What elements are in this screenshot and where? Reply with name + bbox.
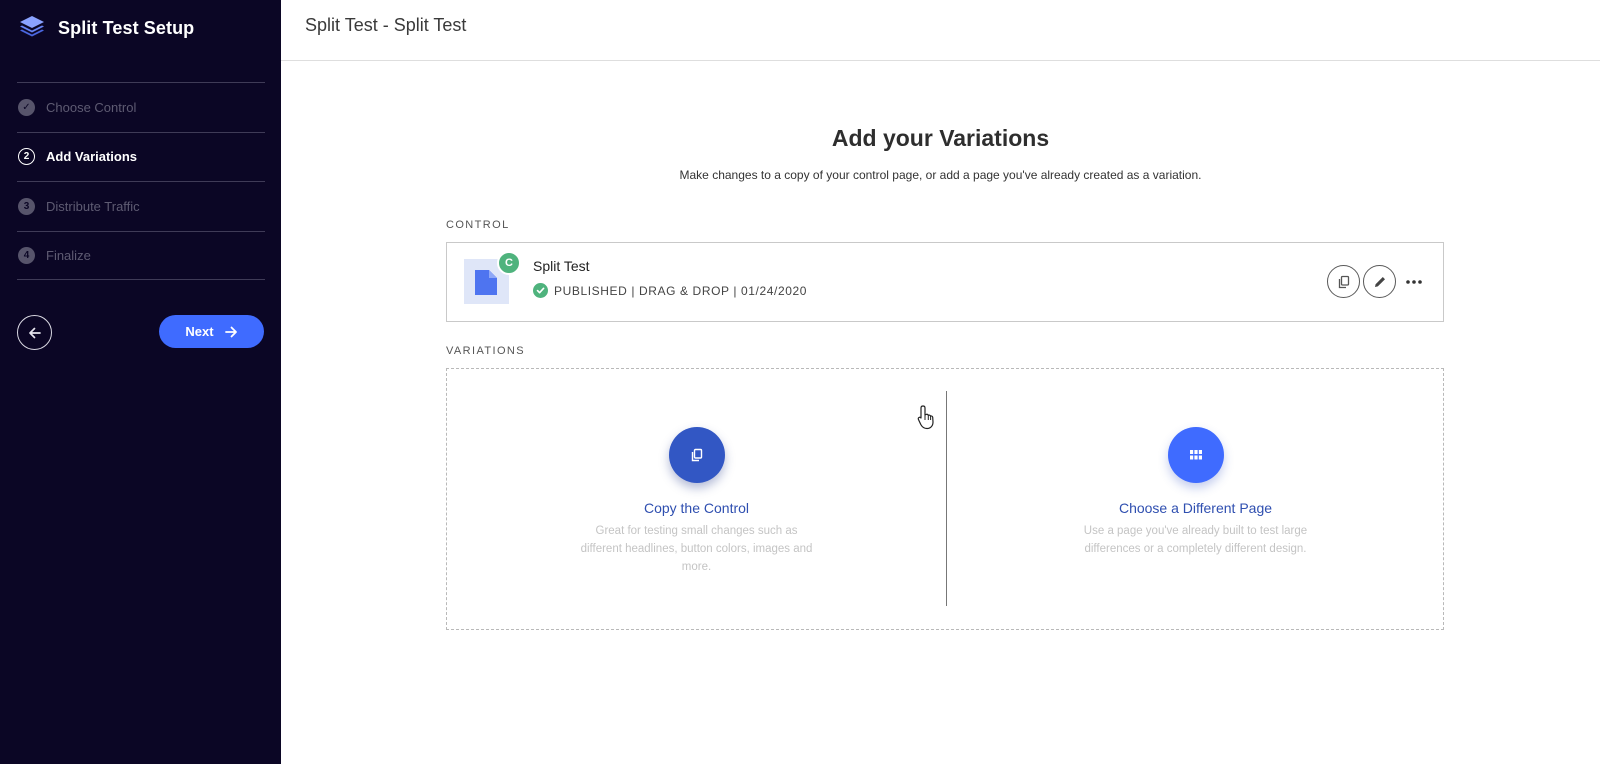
variations-panel: Copy the Control Great for testing small… bbox=[446, 368, 1444, 630]
grid-icon bbox=[1167, 427, 1224, 483]
step-add-variations[interactable]: 2 Add Variations bbox=[17, 131, 265, 182]
option-description: Use a page you've already built to test … bbox=[1083, 525, 1308, 555]
step-label: Choose Control bbox=[46, 99, 137, 115]
more-options-button[interactable] bbox=[1399, 265, 1429, 298]
check-circle-icon: ✓ bbox=[18, 98, 35, 116]
more-horizontal-icon bbox=[1406, 279, 1422, 284]
duplicate-button[interactable] bbox=[1327, 265, 1360, 298]
step-label: Finalize bbox=[46, 247, 91, 263]
next-label: Next bbox=[185, 324, 214, 339]
variations-label: VARIATIONS bbox=[446, 345, 525, 357]
step-choose-control[interactable]: ✓ Choose Control bbox=[17, 82, 265, 132]
top-bar: Split Test - Split Test bbox=[281, 0, 1600, 61]
step-distribute-traffic[interactable]: 3 Distribute Traffic bbox=[17, 181, 265, 231]
next-button[interactable]: Next bbox=[159, 315, 264, 348]
status-text: PUBLISHED | DRAG & DROP | 01/24/2020 bbox=[554, 283, 808, 298]
option-title: Choose a Different Page bbox=[1118, 500, 1273, 516]
copy-icon bbox=[668, 427, 725, 483]
check-circle-icon bbox=[533, 283, 548, 298]
section-subheading: Make changes to a copy of your control p… bbox=[679, 168, 1202, 182]
hand-cursor-icon bbox=[916, 404, 938, 435]
section-heading: Add your Variations bbox=[831, 125, 1050, 151]
control-actions bbox=[1327, 265, 1429, 298]
step-number: 3 bbox=[18, 197, 35, 215]
control-page-name: Split Test bbox=[533, 258, 590, 274]
app-title: Split Test Setup bbox=[58, 18, 195, 38]
control-label: CONTROL bbox=[446, 219, 510, 231]
step-number: 2 bbox=[18, 148, 35, 166]
layers-icon bbox=[18, 14, 46, 43]
arrow-right-icon bbox=[224, 326, 237, 337]
brand: Split Test Setup bbox=[18, 14, 194, 43]
control-page-meta: PUBLISHED | DRAG & DROP | 01/24/2020 bbox=[533, 283, 807, 298]
back-button[interactable] bbox=[17, 315, 52, 350]
control-card[interactable]: C Split Test PUBLISHED | DRAG & DROP | 0… bbox=[446, 242, 1444, 322]
step-label: Add Variations bbox=[46, 149, 138, 165]
choose-page-option[interactable]: Choose a Different Page Use a page you'v… bbox=[946, 369, 1445, 629]
option-description: Great for testing small changes such as … bbox=[580, 525, 813, 573]
copy-control-option[interactable]: Copy the Control Great for testing small… bbox=[447, 369, 946, 629]
sidebar: Split Test Setup ✓ Choose Control 2 Add … bbox=[0, 0, 281, 764]
main-content: Add your Variations Make changes to a co… bbox=[281, 61, 1600, 764]
document-icon bbox=[475, 270, 497, 295]
option-title: Copy the Control bbox=[643, 500, 750, 516]
step-label: Distribute Traffic bbox=[46, 198, 140, 214]
page-title: Split Test - Split Test bbox=[305, 15, 467, 35]
step-number: 4 bbox=[18, 246, 35, 264]
control-badge: C bbox=[497, 251, 521, 275]
pencil-icon bbox=[1374, 276, 1385, 287]
edit-button[interactable] bbox=[1363, 265, 1396, 298]
arrow-left-icon bbox=[28, 327, 41, 338]
step-list: ✓ Choose Control 2 Add Variations 3 Dist… bbox=[17, 82, 265, 280]
step-finalize[interactable]: 4 Finalize bbox=[17, 230, 265, 280]
copy-icon bbox=[1338, 275, 1349, 288]
